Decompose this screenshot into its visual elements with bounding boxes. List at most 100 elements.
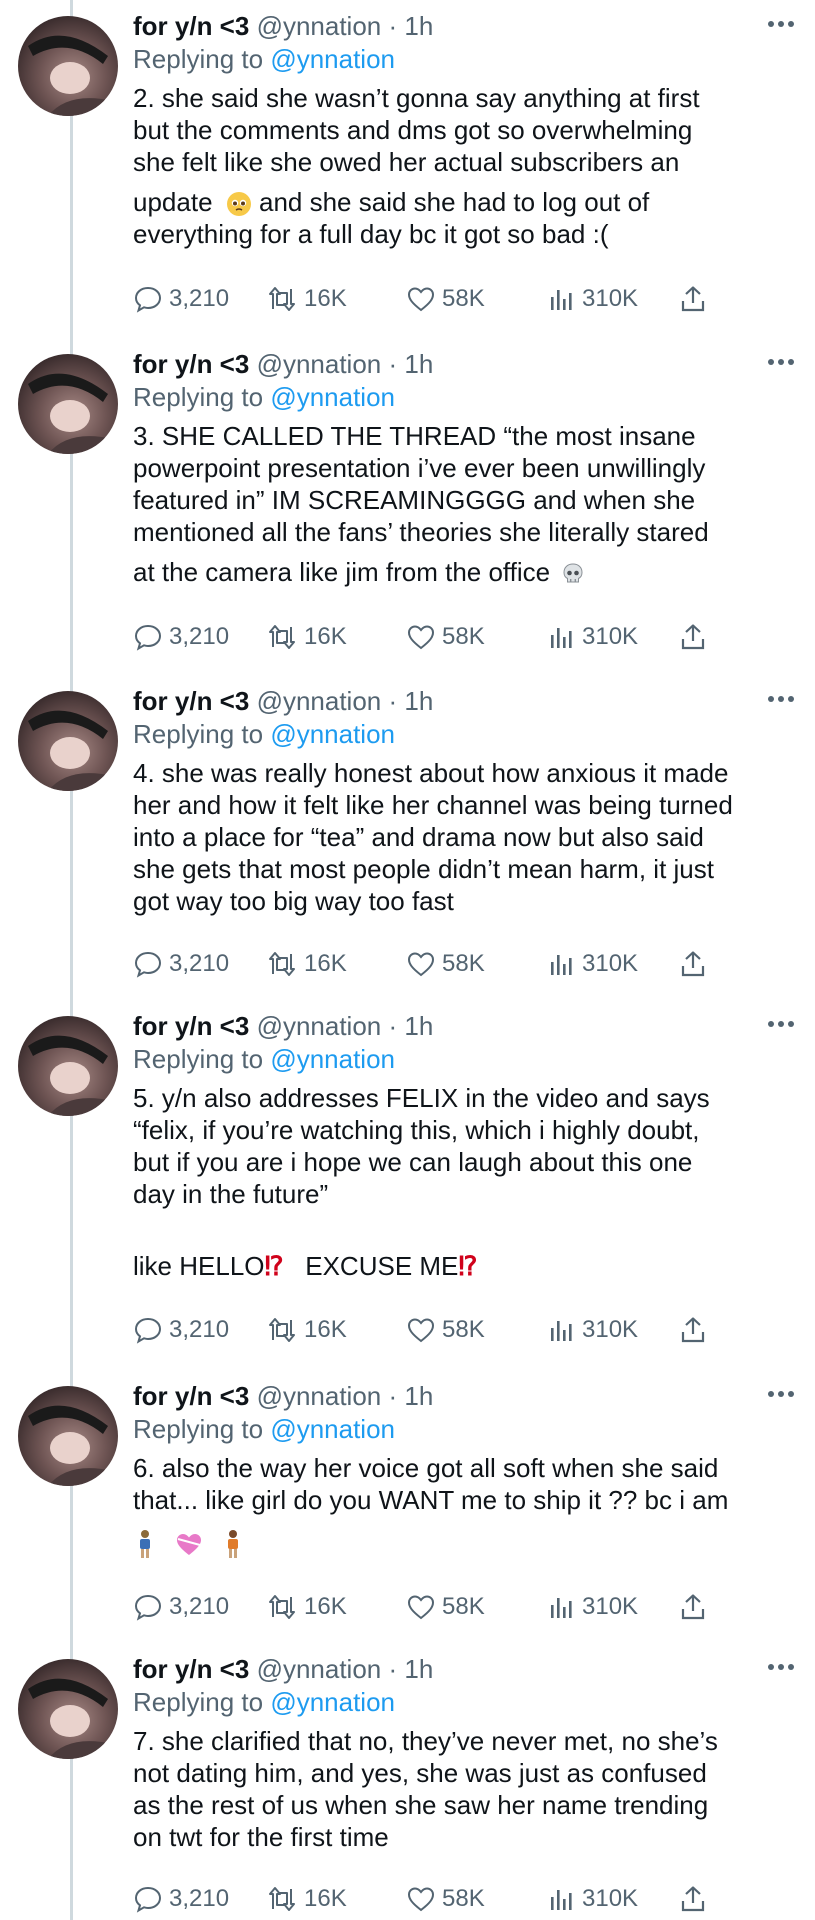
view-count: 310K (582, 285, 639, 312)
tweet-line-part: at the camera like jim from the office (133, 557, 551, 587)
views-button[interactable]: 310K (546, 1313, 638, 1347)
user-handle[interactable]: @ynnation (257, 1381, 382, 1411)
views-button[interactable]: 310K (546, 1590, 638, 1624)
display-name[interactable]: for y/n <3 (133, 11, 249, 41)
avatar[interactable] (18, 1016, 118, 1116)
tweet-line: not dating him, and yes, she was just as… (133, 1758, 707, 1788)
like-button[interactable]: 58K (406, 1882, 485, 1916)
reply-button[interactable]: 3,210 (133, 282, 229, 316)
views-button[interactable]: 310K (546, 947, 638, 981)
reply-button[interactable]: 3,210 (133, 1313, 229, 1347)
replying-to-link[interactable]: @ynnation (270, 44, 395, 74)
share-icon (681, 1886, 705, 1912)
reply-count: 3,210 (169, 1885, 230, 1912)
timestamp[interactable]: 1h (404, 1381, 433, 1411)
tweet-line: like HELLO⁉ EXCUSE ME⁉ (133, 1250, 793, 1282)
tweet-line: powerpoint presentation i’ve ever been u… (133, 453, 706, 483)
retweet-button[interactable]: 16K (266, 282, 347, 316)
interrobang-emoji: ⁉ (264, 1251, 284, 1281)
share-button[interactable] (678, 1882, 708, 1916)
heart-icon (407, 287, 435, 312)
person-emoji (140, 1530, 150, 1559)
user-handle[interactable]: @ynnation (257, 11, 382, 41)
timestamp[interactable]: 1h (404, 1654, 433, 1684)
timestamp[interactable]: 1h (404, 349, 433, 379)
reply-button[interactable]: 3,210 (133, 620, 229, 654)
replying-to: Replying to @ynnation (133, 717, 793, 751)
reply-button[interactable]: 3,210 (133, 1882, 229, 1916)
tweet-line: on twt for the first time (133, 1822, 389, 1852)
tweet-line: mentioned all the fans’ theories she lit… (133, 517, 709, 547)
more-icon[interactable] (767, 358, 795, 366)
retweet-count: 16K (304, 623, 347, 650)
user-handle[interactable]: @ynnation (257, 686, 382, 716)
avatar[interactable] (18, 354, 118, 454)
replying-to-link[interactable]: @ynnation (270, 719, 395, 749)
like-button[interactable]: 58K (406, 620, 485, 654)
avatar[interactable] (18, 16, 118, 116)
retweet-button[interactable]: 16K (266, 1882, 347, 1916)
like-button[interactable]: 58K (406, 1313, 485, 1347)
more-icon[interactable] (767, 1663, 795, 1671)
retweet-button[interactable]: 16K (266, 947, 347, 981)
like-button[interactable]: 58K (406, 1590, 485, 1624)
replying-to-prefix: Replying to (133, 1414, 271, 1444)
timestamp[interactable]: 1h (404, 11, 433, 41)
retweet-button[interactable]: 16K (266, 1590, 347, 1624)
display-name[interactable]: for y/n <3 (133, 686, 249, 716)
views-button[interactable]: 310K (546, 620, 638, 654)
replying-to-link[interactable]: @ynnation (270, 1414, 395, 1444)
views-icon (551, 955, 572, 975)
heart-icon (407, 952, 435, 977)
share-button[interactable] (678, 1313, 708, 1347)
views-button[interactable]: 310K (546, 282, 638, 316)
user-handle[interactable]: @ynnation (257, 1011, 382, 1041)
reply-button[interactable]: 3,210 (133, 1590, 229, 1624)
share-button[interactable] (678, 1590, 708, 1624)
share-icon (681, 286, 705, 312)
tweet-line-part: EXCUSE ME (305, 1251, 459, 1281)
reply-button[interactable]: 3,210 (133, 947, 229, 981)
replying-to-link[interactable]: @ynnation (270, 382, 395, 412)
avatar[interactable] (18, 1659, 118, 1759)
avatar[interactable] (18, 691, 118, 791)
reply-icon (134, 286, 162, 313)
user-handle[interactable]: @ynnation (257, 349, 382, 379)
display-name[interactable]: for y/n <3 (133, 1654, 249, 1684)
views-icon (551, 1598, 572, 1618)
display-name[interactable]: for y/n <3 (133, 1381, 249, 1411)
display-name[interactable]: for y/n <3 (133, 349, 249, 379)
tweet-line: 2. she said she wasn’t gonna say anythin… (133, 83, 700, 113)
replying-to-link[interactable]: @ynnation (270, 1687, 395, 1717)
retweet-button[interactable]: 16K (266, 620, 347, 654)
retweet-button[interactable]: 16K (266, 1313, 347, 1347)
tweet-line: she felt like she owed her actual subscr… (133, 147, 680, 177)
replying-to: Replying to @ynnation (133, 1412, 793, 1446)
retweet-icon (269, 952, 295, 976)
share-button[interactable] (678, 947, 708, 981)
like-button[interactable]: 58K (406, 947, 485, 981)
share-button[interactable] (678, 282, 708, 316)
user-handle[interactable]: @ynnation (257, 1654, 382, 1684)
timestamp[interactable]: 1h (404, 686, 433, 716)
like-button[interactable]: 58K (406, 282, 485, 316)
reply-icon (134, 1317, 162, 1344)
more-icon[interactable] (767, 695, 795, 703)
replying-to-link[interactable]: @ynnation (270, 1044, 395, 1074)
avatar[interactable] (18, 1386, 118, 1486)
display-name[interactable]: for y/n <3 (133, 1011, 249, 1041)
tweet-line: 6. also the way her voice got all soft w… (133, 1453, 719, 1483)
views-button[interactable]: 310K (546, 1882, 638, 1916)
views-icon (551, 628, 572, 648)
timestamp[interactable]: 1h (404, 1011, 433, 1041)
tweet-actions: 3,210 16K 58K 310K (133, 1590, 773, 1624)
more-icon[interactable] (767, 1390, 795, 1398)
separator-dot: · (388, 686, 398, 716)
more-icon[interactable] (767, 20, 795, 28)
more-icon[interactable] (767, 1020, 795, 1028)
emoji-line (133, 1526, 793, 1559)
tweet-line: featured in” IM SCREAMINGGGG and when sh… (133, 485, 696, 515)
share-button[interactable] (678, 620, 708, 654)
tweet-line: as the rest of us when she saw her name … (133, 1790, 709, 1820)
tweet-line: day in the future” (133, 1179, 329, 1209)
